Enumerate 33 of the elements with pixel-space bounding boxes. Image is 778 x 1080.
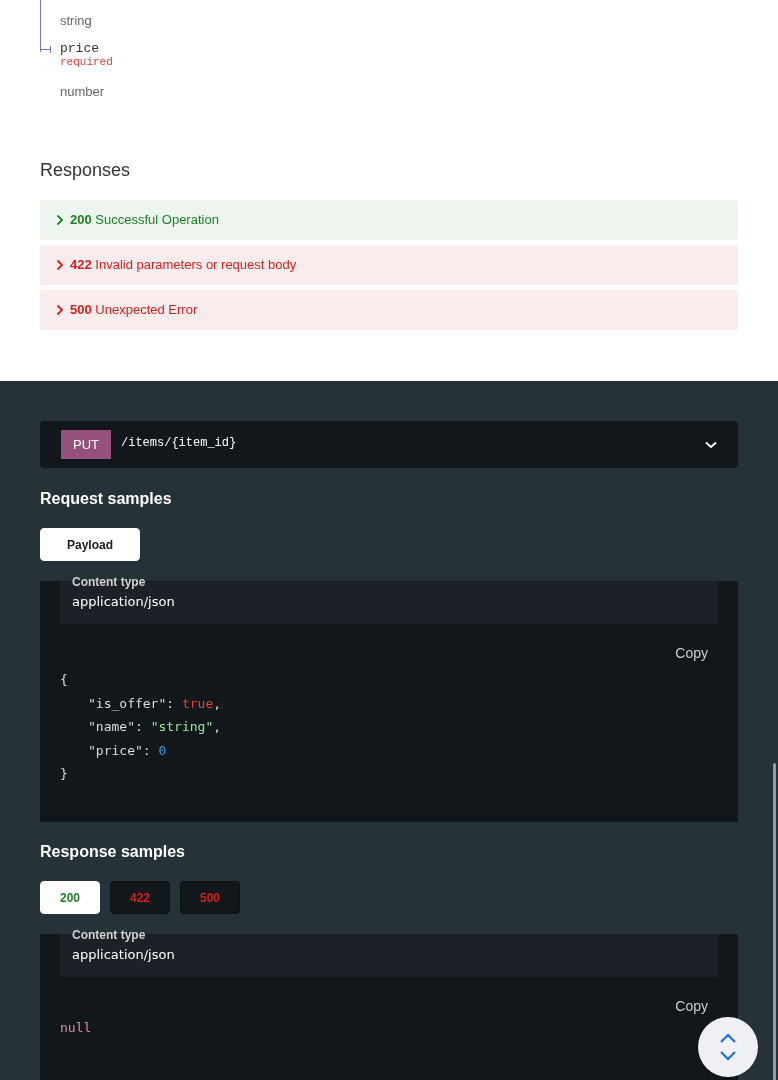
response-row[interactable]: 500 Unexpected Error — [40, 290, 738, 330]
section-heading: Request samples — [40, 489, 173, 509]
sample-tab[interactable]: Payload — [40, 528, 141, 561]
copy-button[interactable]: Copy — [675, 643, 708, 664]
tree-line — [40, 0, 52, 54]
endpoint-bar[interactable]: PUT /items/{item_id} — [40, 421, 738, 468]
response-row[interactable]: 422 Invalid parameters or request body — [40, 245, 738, 285]
required-label: required — [60, 56, 114, 69]
code-line: null — [59, 1019, 93, 1037]
method-badge: PUT — [61, 429, 111, 460]
code-line: "name": "string", — [87, 718, 222, 736]
chevron-icon — [56, 259, 64, 271]
chevron-icon — [56, 214, 64, 226]
copy-button[interactable]: Copy — [675, 996, 708, 1017]
field-type: number — [60, 84, 106, 99]
code-brace: } — [60, 765, 68, 783]
chevron-down-icon — [705, 440, 717, 449]
sample-tab[interactable]: 200 — [40, 881, 100, 914]
code-brace: { — [60, 671, 68, 689]
content-type-value[interactable]: application/json — [72, 591, 175, 612]
up-down-chevrons-icon — [719, 1033, 737, 1061]
code-line: "is_offer": true, — [87, 694, 222, 713]
section-heading: Response samples — [40, 842, 186, 862]
content-type-value[interactable]: application/json — [72, 944, 175, 965]
responses-heading: Responses — [40, 159, 132, 182]
endpoint-path: /items/{item_id} — [121, 434, 238, 452]
chevron-icon — [56, 304, 64, 316]
response-row[interactable]: 200 Successful Operation — [40, 200, 738, 240]
code-line: "price": 0 — [87, 741, 167, 760]
field-name: price — [60, 41, 100, 56]
field-type: string — [60, 13, 93, 28]
content-type-label: Content type — [72, 574, 146, 591]
content-type-label: Content type — [72, 927, 146, 944]
